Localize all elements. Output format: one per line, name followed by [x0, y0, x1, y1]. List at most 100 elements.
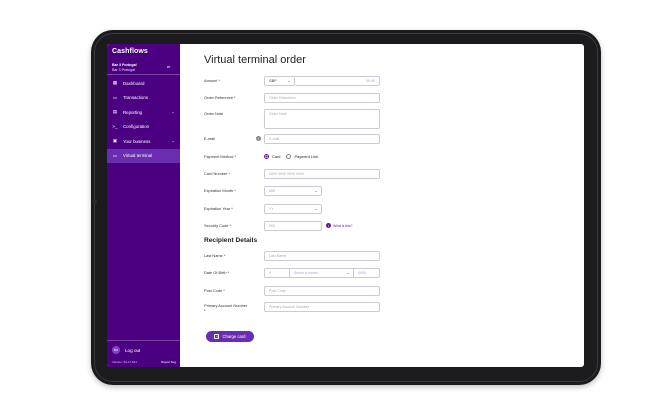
pan-placeholder: Primary Account Number [269, 305, 309, 309]
sidebar-item-label: Your business [123, 138, 151, 144]
currency-select[interactable]: GBP ⌄ [264, 75, 295, 86]
camera-dot [93, 200, 97, 204]
main-content: Virtual terminal order Amount * GBP ⌄ 00… [180, 44, 584, 367]
sidebar: Cashflows Bar 3 Portugal Bar 3 Portugal … [107, 44, 180, 367]
dob-month-placeholder: Select a month [294, 270, 318, 275]
card-number-placeholder: 0000 0000 0000 0000 [269, 171, 304, 176]
pan-row: Primary Account Number * Primary Account… [204, 302, 564, 316]
post-code-input[interactable]: Post Code [264, 285, 380, 296]
chevron-down-icon: ⌄ [346, 269, 350, 275]
radio-card[interactable]: Card [264, 154, 280, 159]
sidebar-nav: ▦ Dashboard ▭ Transactions ▤ Reporting ⌄… [107, 76, 180, 163]
radio-card-label: Card [272, 154, 281, 159]
dob-day-placeholder: 0 [269, 270, 271, 275]
account-switcher[interactable]: Bar 3 Portugal Bar 3 Portugal [112, 63, 137, 72]
chevron-down-icon: ⌄ [171, 138, 175, 144]
dob-month-select[interactable]: Select a month ⌄ [290, 267, 354, 278]
amount-row: Amount * GBP ⌄ 00.00 [204, 75, 564, 86]
logout-button[interactable]: BO Log out [112, 346, 140, 354]
card-number-input[interactable]: 0000 0000 0000 0000 [264, 168, 380, 179]
brand-logo: Cashflows [112, 48, 148, 55]
expiration-year-placeholder: YY [269, 206, 274, 211]
order-reference-row: Order Reference * Order Reference [204, 92, 564, 103]
order-note-row: Order Note Order Note [204, 109, 564, 130]
chevron-down-icon: ⌄ [314, 187, 318, 193]
email-placeholder: E-mail [269, 136, 280, 141]
pan-input[interactable]: Primary Account Number [264, 302, 380, 312]
info-icon: i [326, 223, 331, 228]
post-code-label: Post Code * [204, 288, 225, 293]
last-name-placeholder: Last Name [269, 253, 287, 258]
chevron-down-icon: ⌄ [287, 77, 291, 83]
dob-day-input[interactable]: 0 [264, 267, 290, 278]
amount-value: 00.00 [366, 78, 375, 83]
dob-year-placeholder: 0000 [358, 270, 366, 275]
post-code-row: Post Code * Post Code [204, 285, 564, 296]
divider [107, 340, 180, 341]
order-reference-input[interactable]: Order Reference [264, 92, 380, 103]
expiration-month-row: Expiration Month * MM ⌄ [204, 185, 564, 196]
recipient-details-heading: Recipient Details [204, 237, 258, 244]
version-text: Version: 5a.17.621 [112, 360, 138, 364]
dob-year-input[interactable]: 0000 [354, 267, 380, 278]
order-reference-placeholder: Order Reference [269, 95, 296, 100]
security-code-input[interactable]: 000 [264, 220, 322, 231]
amount-input[interactable]: 00.00 [295, 75, 380, 86]
sidebar-item-label: Dashboard [123, 80, 145, 86]
expiration-year-row: Expiration Year * YY ⌄ [204, 203, 564, 214]
sidebar-item-label: Configuration [123, 124, 150, 130]
plus-icon: + [214, 334, 220, 339]
info-icon[interactable]: i [256, 136, 261, 141]
terminal-card-icon: ▭ [112, 152, 118, 158]
chevron-down-icon: ⌄ [314, 205, 318, 211]
sidebar-item-configuration[interactable]: >_ Configuration [107, 120, 180, 135]
radio-on-icon [264, 154, 269, 159]
report-bug-link[interactable]: Report bug [161, 360, 176, 364]
order-reference-label: Order Reference * [204, 95, 236, 100]
expiration-month-select[interactable]: MM ⌄ [264, 185, 322, 196]
sidebar-item-virtual-terminal[interactable]: ▭ Virtual terminal [107, 148, 180, 163]
sidebar-item-label: Reporting [123, 109, 143, 115]
report-icon: ▤ [112, 109, 118, 115]
chevron-down-icon: ⌄ [171, 109, 175, 115]
sidebar-item-reporting[interactable]: ▤ Reporting ⌄ [107, 105, 180, 120]
security-code-row: Security Code * 000 i What is this? [204, 220, 564, 231]
sidebar-item-transactions[interactable]: ▭ Transactions [107, 91, 180, 106]
expiration-year-label: Expiration Year * [204, 206, 233, 211]
security-code-label: Security Code * [204, 223, 232, 228]
card-number-row: Card Number * 0000 0000 0000 0000 [204, 168, 564, 179]
sidebar-item-your-business[interactable]: ▣ Your business ⌄ [107, 134, 180, 149]
expiration-month-placeholder: MM [269, 188, 275, 193]
app-screen: Cashflows Bar 3 Portugal Bar 3 Portugal … [107, 44, 584, 367]
pan-label: Primary Account Number * [204, 302, 264, 313]
sidebar-item-label: Virtual terminal [123, 153, 153, 159]
email-input[interactable]: E-mail [264, 133, 380, 144]
briefcase-icon: ▣ [112, 138, 118, 144]
currency-value: GBP [269, 78, 277, 83]
terminal-icon: >_ [112, 124, 118, 130]
radio-link-label: Payment Link [294, 154, 319, 159]
pan-label-text: Primary Account Number [204, 303, 248, 308]
logout-label: Log out [125, 347, 141, 353]
order-note-label: Order Note [204, 111, 224, 116]
what-is-this-link[interactable]: i What is this? [326, 223, 352, 228]
radio-payment-link[interactable]: Payment Link [286, 154, 318, 159]
last-name-input[interactable]: Last Name [264, 250, 380, 261]
expiration-year-select[interactable]: YY ⌄ [264, 203, 322, 214]
sidebar-item-dashboard[interactable]: ▦ Dashboard [107, 76, 180, 91]
dob-row: Date Of Birth * 0 Select a month ⌄ 0000 [204, 267, 564, 278]
order-note-textarea[interactable]: Order Note [264, 109, 380, 129]
card-icon: ▭ [112, 94, 118, 100]
switch-icon[interactable]: ⇄ [167, 65, 170, 69]
payment-method-label: Payment Method * [204, 154, 237, 159]
post-code-placeholder: Post Code [269, 288, 286, 293]
account-sub: Bar 3 Portugal [112, 67, 135, 72]
charge-card-button[interactable]: + Charge card [206, 331, 254, 342]
account-name: Bar 3 Portugal [112, 63, 137, 67]
charge-card-label: Charge card [222, 334, 246, 339]
pan-label-required: * [204, 308, 206, 313]
avatar: BO [112, 346, 120, 354]
email-row: E-mail i E-mail [204, 133, 564, 144]
expiration-month-label: Expiration Month * [204, 188, 236, 193]
last-name-row: Last Name * Last Name [204, 250, 564, 261]
